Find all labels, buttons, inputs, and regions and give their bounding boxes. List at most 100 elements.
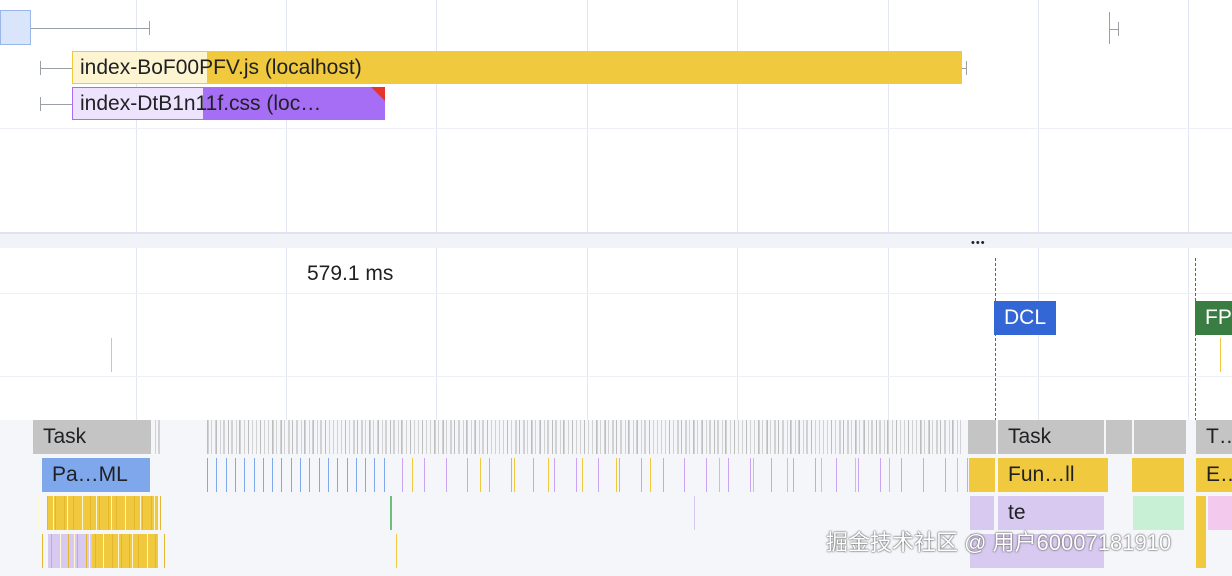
flame-slice[interactable]: [714, 420, 715, 454]
flame-slice[interactable]: [771, 458, 772, 492]
flame-slice[interactable]: [843, 420, 844, 454]
flame-slice[interactable]: [341, 420, 342, 454]
flame-slice[interactable]: [337, 458, 338, 492]
flame-slice[interactable]: [451, 420, 452, 454]
flame-slice[interactable]: [753, 458, 754, 492]
flame-slice[interactable]: [663, 458, 664, 492]
flame-slice[interactable]: [467, 420, 468, 454]
flame-slice[interactable]: [73, 496, 74, 530]
flame-slice[interactable]: [402, 458, 403, 492]
flame-slice[interactable]: [281, 420, 282, 454]
flame-slice[interactable]: [584, 420, 585, 454]
flame-slice[interactable]: [414, 420, 415, 454]
flame-slice[interactable]: [291, 458, 292, 492]
flame-slice[interactable]: [519, 420, 520, 454]
flame-slice[interactable]: [665, 420, 666, 454]
flame-slice[interactable]: [378, 420, 379, 454]
flame-slice[interactable]: [454, 420, 455, 454]
flame-slice[interactable]: [244, 458, 245, 492]
flame-slice[interactable]: [605, 420, 606, 454]
flame-slice[interactable]: [268, 420, 269, 454]
flame-slice[interactable]: [398, 420, 399, 454]
flame-slice[interactable]: [616, 458, 617, 492]
flame-slice[interactable]: [499, 420, 500, 454]
thin-event[interactable]: [390, 496, 392, 530]
flame-slice[interactable]: [742, 420, 743, 454]
flame-slice[interactable]: [767, 420, 768, 454]
flame-slice[interactable]: [207, 458, 208, 492]
flame-slice[interactable]: [916, 420, 917, 454]
flame-slice[interactable]: [840, 420, 841, 454]
flame-slice[interactable]: [957, 420, 958, 454]
flame-slice[interactable]: [641, 458, 642, 492]
flame-slice[interactable]: [151, 496, 152, 530]
flame-slice[interactable]: [254, 458, 255, 492]
flame-slice[interactable]: [619, 458, 620, 492]
flame-slice[interactable]: [821, 458, 822, 492]
flame-slice[interactable]: [787, 420, 788, 454]
flame-slice[interactable]: [305, 420, 306, 454]
thin-event[interactable]: [396, 534, 397, 568]
flame-slice[interactable]: [807, 420, 808, 454]
flame-slice[interactable]: [653, 420, 654, 454]
flame-slice[interactable]: [616, 420, 617, 454]
flame-slice[interactable]: [273, 420, 274, 454]
sub-event[interactable]: [970, 496, 994, 530]
flame-slice[interactable]: [370, 420, 371, 454]
flame-slice[interactable]: [89, 534, 90, 568]
flame-slice[interactable]: [929, 420, 930, 454]
flame-slice[interactable]: [228, 420, 229, 454]
flame-slice[interactable]: [694, 420, 695, 454]
flame-slice[interactable]: [686, 420, 687, 454]
flame-slice[interactable]: [140, 496, 141, 530]
flame-slice[interactable]: [516, 420, 517, 454]
flame-slice[interactable]: [811, 420, 812, 454]
flame-slice[interactable]: [848, 420, 849, 454]
flame-slice[interactable]: [55, 496, 56, 530]
flame-slice[interactable]: [554, 458, 555, 492]
flame-slice[interactable]: [365, 458, 366, 492]
flame-slice[interactable]: [719, 458, 720, 492]
flame-slice[interactable]: [112, 534, 113, 568]
flame-slice[interactable]: [548, 458, 549, 492]
flame-slice[interactable]: [220, 420, 221, 454]
flame-slice[interactable]: [313, 420, 314, 454]
flame-slice[interactable]: [730, 420, 731, 454]
flame-slice[interactable]: [349, 420, 350, 454]
flame-slice[interactable]: [532, 420, 533, 454]
flame-slice[interactable]: [483, 420, 484, 454]
network-request-js[interactable]: index-BoF00PFV.js (localhost): [72, 51, 962, 84]
flame-slice[interactable]: [738, 420, 739, 454]
flame-slice[interactable]: [297, 420, 298, 454]
flame-slice[interactable]: [224, 420, 225, 454]
flame-slice[interactable]: [252, 420, 253, 454]
flame-slice[interactable]: [77, 534, 78, 568]
flame-slice[interactable]: [734, 420, 735, 454]
flame-slice[interactable]: [374, 458, 375, 492]
flame-slice[interactable]: [880, 420, 881, 454]
flame-slice[interactable]: [116, 496, 117, 530]
evaluate-script-event[interactable]: E…: [1196, 458, 1232, 492]
task-event[interactable]: [1106, 420, 1132, 454]
flame-slice[interactable]: [103, 534, 104, 568]
flame-slice[interactable]: [901, 458, 902, 492]
flame-slice[interactable]: [235, 458, 236, 492]
flame-slice[interactable]: [827, 420, 828, 454]
flame-slice[interactable]: [858, 458, 859, 492]
flame-slice[interactable]: [633, 420, 634, 454]
flame-slice[interactable]: [710, 420, 711, 454]
flame-slice[interactable]: [629, 420, 630, 454]
flame-slice[interactable]: [319, 458, 320, 492]
flame-slice[interactable]: [284, 420, 285, 454]
flame-slice[interactable]: [325, 420, 326, 454]
flame-slice[interactable]: [597, 420, 598, 454]
flame-slice[interactable]: [544, 420, 545, 454]
flame-slice[interactable]: [823, 420, 824, 454]
flame-slice[interactable]: [645, 420, 646, 454]
flame-slice[interactable]: [726, 420, 727, 454]
flame-slice[interactable]: [38, 496, 39, 530]
flame-slice[interactable]: [576, 420, 577, 454]
flame-slice[interactable]: [362, 420, 363, 454]
flame-slice[interactable]: [459, 420, 460, 454]
flame-slice[interactable]: [138, 534, 139, 568]
